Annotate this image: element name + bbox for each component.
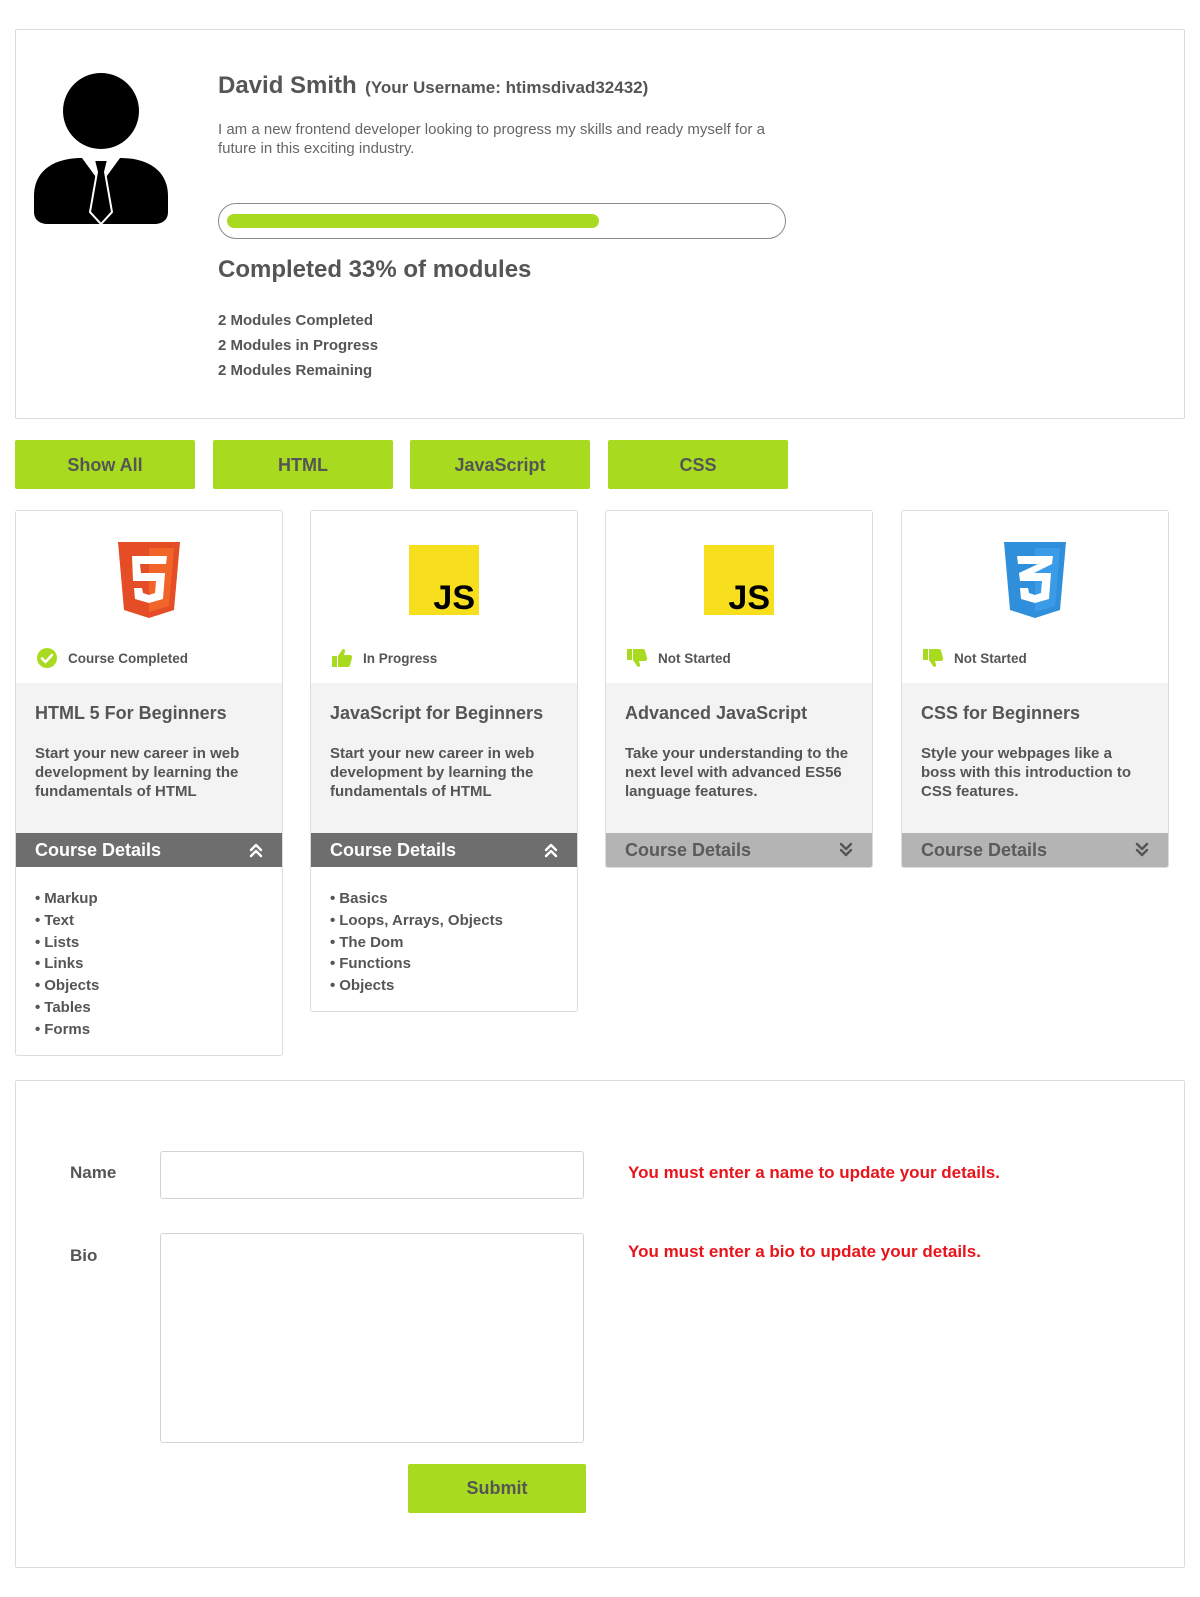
- course-status: In Progress: [331, 647, 437, 669]
- course-details-toggle[interactable]: Course Details: [902, 833, 1168, 867]
- course-details-label: Course Details: [330, 839, 457, 860]
- course-details-label: Course Details: [625, 839, 752, 860]
- javascript-logo-icon: JS: [704, 545, 774, 617]
- course-status-label: Course Completed: [68, 650, 189, 666]
- modules-completed: 2 Modules Completed: [218, 312, 374, 329]
- module-stats: 2 Modules Completed 2 Modules in Progres…: [218, 308, 378, 383]
- filter-css-button[interactable]: CSS: [608, 440, 788, 489]
- course-details-toggle[interactable]: Course Details: [16, 833, 282, 867]
- course-title: Advanced JavaScript: [625, 703, 808, 723]
- list-item: Tables: [35, 997, 263, 1019]
- course-title: JavaScript for Beginners: [330, 703, 544, 723]
- modules-remaining: 2 Modules Remaining: [218, 362, 373, 379]
- course-details-toggle[interactable]: Course Details: [606, 833, 872, 867]
- course-description: Style your webpages like a boss with thi…: [921, 745, 1131, 800]
- course-status: Not Started: [922, 647, 1027, 669]
- list-item: Functions: [330, 953, 558, 975]
- css3-logo-icon: [1004, 542, 1066, 618]
- update-details-form: Name You must enter a name to update you…: [15, 1080, 1185, 1568]
- course-card-advanced-javascript: JS Not Started Advanced JavaScript Take …: [605, 510, 873, 868]
- submit-button[interactable]: Submit: [408, 1464, 586, 1513]
- course-details-list: Markup Text Lists Links Objects Tables F…: [16, 867, 282, 1055]
- course-status: Course Completed: [36, 647, 188, 669]
- course-details-label: Course Details: [921, 839, 1048, 860]
- bio-field[interactable]: [160, 1233, 584, 1443]
- list-item: Text: [35, 910, 263, 932]
- list-item: Loops, Arrays, Objects: [330, 910, 558, 932]
- list-item: Links: [35, 953, 263, 975]
- course-description: Start your new career in web development…: [35, 745, 240, 800]
- name-field[interactable]: [160, 1151, 584, 1199]
- course-details-list: Basics Loops, Arrays, Objects The Dom Fu…: [311, 867, 577, 1011]
- list-item: The Dom: [330, 932, 558, 954]
- profile-card: David Smith (Your Username: htimsdivad32…: [15, 29, 1185, 419]
- name-error-message: You must enter a name to update your det…: [628, 1163, 1000, 1182]
- chevron-double-up-icon: [249, 843, 263, 858]
- course-details-toggle[interactable]: Course Details: [311, 833, 577, 867]
- course-description: Start your new career in web development…: [330, 745, 535, 800]
- chevron-double-down-icon: [839, 842, 853, 857]
- course-status-label: Not Started: [658, 650, 731, 666]
- profile-username: (Your Username: htimsdivad32432): [365, 78, 649, 97]
- course-status: Not Started: [626, 647, 731, 669]
- list-item: Forms: [35, 1019, 263, 1041]
- chevron-double-down-icon: [1135, 842, 1149, 857]
- svg-text:JS: JS: [728, 579, 770, 617]
- filter-javascript-button[interactable]: JavaScript: [410, 440, 590, 489]
- filter-show-all-button[interactable]: Show All: [15, 440, 195, 489]
- thumbs-down-icon: [627, 649, 648, 667]
- html5-logo-icon: [118, 542, 180, 618]
- course-card-css: Not Started CSS for Beginners Style your…: [901, 510, 1169, 868]
- course-title: HTML 5 For Beginners: [35, 703, 227, 723]
- javascript-logo-icon: JS: [409, 545, 479, 617]
- list-item: Lists: [35, 932, 263, 954]
- progress-bar-fill: [227, 214, 599, 228]
- completion-percentage: Completed 33% of modules: [218, 256, 532, 283]
- profile-heading: David Smith (Your Username: htimsdivad32…: [218, 72, 648, 100]
- bio-error-message: You must enter a bio to update your deta…: [628, 1242, 981, 1261]
- profile-name: David Smith: [218, 72, 357, 99]
- thumbs-up-icon: [332, 649, 353, 667]
- course-status-label: Not Started: [954, 650, 1027, 666]
- bio-label: Bio: [70, 1246, 98, 1265]
- svg-text:JS: JS: [433, 579, 475, 617]
- name-label: Name: [70, 1163, 117, 1182]
- course-card-html5: Course Completed HTML 5 For Beginners St…: [15, 510, 283, 1056]
- thumbs-down-icon: [923, 649, 944, 667]
- filter-html-button[interactable]: HTML: [213, 440, 393, 489]
- check-circle-icon: [37, 648, 57, 668]
- list-item: Objects: [330, 975, 558, 997]
- progress-bar: [218, 203, 786, 239]
- list-item: Markup: [35, 888, 263, 910]
- course-card-javascript-beginners: JS In Progress JavaScript for Beginners …: [310, 510, 578, 1012]
- course-status-label: In Progress: [363, 650, 438, 666]
- course-description: Take your understanding to the next leve…: [625, 745, 849, 800]
- list-item: Basics: [330, 888, 558, 910]
- course-title: CSS for Beginners: [921, 703, 1081, 723]
- chevron-double-up-icon: [544, 843, 558, 858]
- profile-bio: I am a new frontend developer looking to…: [218, 121, 765, 157]
- list-item: Objects: [35, 975, 263, 997]
- modules-in-progress: 2 Modules in Progress: [218, 337, 379, 354]
- user-avatar-icon: [34, 73, 168, 226]
- course-details-label: Course Details: [35, 839, 162, 860]
